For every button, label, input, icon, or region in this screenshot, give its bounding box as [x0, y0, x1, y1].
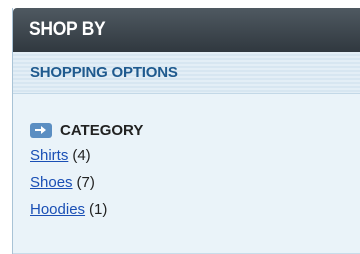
shopping-options-header: SHOPPING OPTIONS [13, 52, 360, 94]
list-item: Shoes (7) [30, 169, 360, 196]
panel-title: SHOP BY [29, 19, 106, 40]
panel-header: SHOP BY [13, 8, 360, 52]
shopping-options-title: SHOPPING OPTIONS [30, 64, 178, 81]
item-count: (7) [76, 174, 95, 191]
list-item: Shirts (4) [30, 142, 360, 169]
category-link-hoodies[interactable]: Hoodies [30, 201, 85, 218]
category-title: CATEGORY [60, 121, 144, 139]
arrow-right-icon [30, 122, 52, 138]
category-link-shirts[interactable]: Shirts [30, 147, 68, 164]
list-item: Hoodies (1) [30, 196, 360, 223]
category-link-shoes[interactable]: Shoes [30, 174, 73, 191]
category-list: Shirts (4) Shoes (7) Hoodies (1) [30, 142, 360, 223]
shop-by-panel: SHOP BY SHOPPING OPTIONS CATEGORY Shirts… [12, 8, 360, 254]
item-count: (1) [89, 201, 108, 218]
item-count: (4) [72, 147, 91, 164]
category-filter-heading: CATEGORY [30, 120, 360, 140]
filter-content: CATEGORY Shirts (4) Shoes (7) Hoodies (1) [13, 94, 360, 254]
